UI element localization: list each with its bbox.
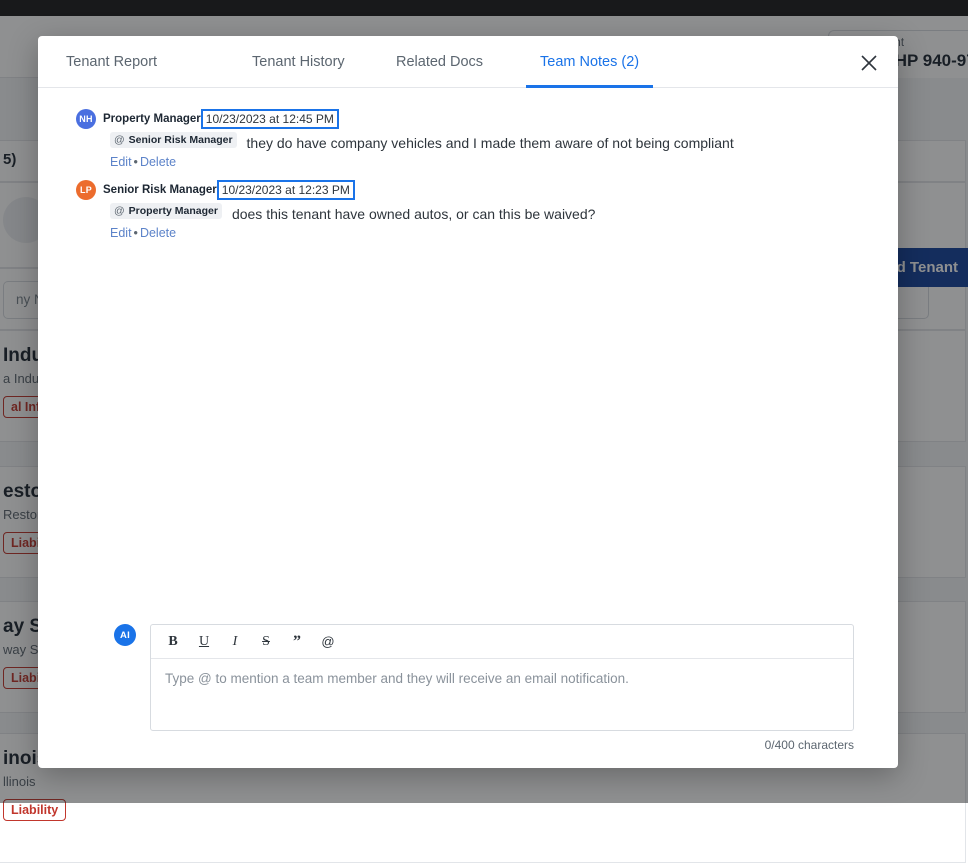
note-text: they do have company vehicles and I made… (247, 132, 734, 153)
note-actions: Edit•Delete (76, 155, 878, 169)
notes-list: NH Property Manager 10/23/2023 at 12:45 … (38, 88, 898, 768)
tab-team-notes[interactable]: Team Notes (2) (540, 36, 639, 88)
tab-label: Tenant History (252, 54, 345, 70)
tab-related-docs[interactable]: Related Docs (396, 36, 540, 88)
mention-at-icon: @ (114, 134, 125, 146)
note-timestamp: 10/23/2023 at 12:45 PM (201, 109, 339, 129)
character-counter: 0/400 characters (114, 738, 854, 752)
note-body: @ Senior Risk Manager they do have compa… (76, 132, 878, 153)
note-author: Property Manager (103, 113, 201, 125)
tab-tenant-history[interactable]: Tenant History (252, 36, 396, 88)
note-item: LP Senior Risk Manager 10/23/2023 at 12:… (76, 181, 878, 240)
strikethrough-icon[interactable]: S (258, 634, 274, 650)
mention-at-icon: @ (114, 205, 125, 217)
avatar: LP (76, 180, 96, 200)
underline-icon[interactable]: U (196, 634, 212, 650)
note-delete-link[interactable]: Delete (140, 155, 176, 169)
note-input[interactable]: Type @ to mention a team member and they… (151, 659, 853, 730)
note-text: does this tenant have owned autos, or ca… (232, 203, 595, 224)
tab-tenant-report[interactable]: Tenant Report (66, 36, 252, 88)
mention-name: Property Manager (129, 205, 218, 217)
note-header: LP Senior Risk Manager 10/23/2023 at 12:… (76, 181, 878, 199)
note-timestamp: 10/23/2023 at 12:23 PM (217, 180, 355, 200)
team-notes-modal: Tenant Report Tenant History Related Doc… (38, 36, 898, 768)
tab-label: Team Notes (2) (540, 54, 639, 70)
note-delete-link[interactable]: Delete (140, 226, 176, 240)
note-action-separator: • (134, 226, 138, 240)
mention-name: Senior Risk Manager (129, 134, 233, 146)
note-body: @ Property Manager does this tenant have… (76, 203, 878, 224)
bold-icon[interactable]: B (165, 634, 181, 650)
mention-icon[interactable]: @ (320, 634, 336, 649)
close-icon[interactable] (854, 48, 884, 78)
note-header: NH Property Manager 10/23/2023 at 12:45 … (76, 110, 878, 128)
modal-tab-bar: Tenant Report Tenant History Related Doc… (38, 36, 898, 88)
composer-row: AI B U I S ” @ Type @ to mention a team … (114, 624, 854, 731)
mention-chip[interactable]: @ Senior Risk Manager (110, 132, 237, 148)
composer-box: B U I S ” @ Type @ to mention a team mem… (150, 624, 854, 731)
note-item: NH Property Manager 10/23/2023 at 12:45 … (76, 110, 878, 169)
italic-icon[interactable]: I (227, 634, 243, 650)
note-author: Senior Risk Manager (103, 184, 217, 196)
note-edit-link[interactable]: Edit (110, 155, 132, 169)
avatar: NH (76, 109, 96, 129)
note-action-separator: • (134, 155, 138, 169)
note-composer: AI B U I S ” @ Type @ to mention a team … (114, 624, 854, 752)
note-edit-link[interactable]: Edit (110, 226, 132, 240)
avatar: AI (114, 624, 136, 646)
tab-label: Tenant Report (66, 54, 157, 70)
mention-chip[interactable]: @ Property Manager (110, 203, 222, 219)
tab-label: Related Docs (396, 54, 483, 70)
blockquote-icon[interactable]: ” (289, 633, 305, 651)
note-actions: Edit•Delete (76, 226, 878, 240)
composer-toolbar: B U I S ” @ (151, 625, 853, 659)
